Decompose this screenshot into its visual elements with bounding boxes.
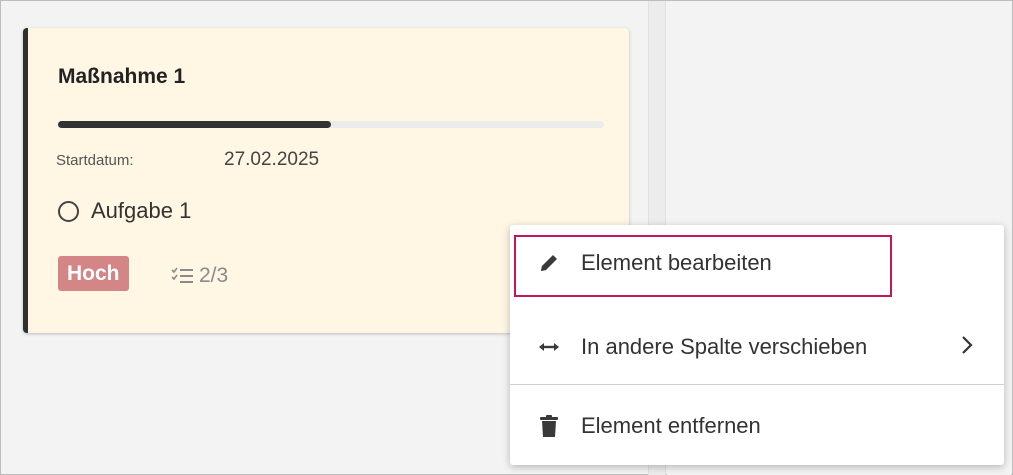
menu-item-label: Element entfernen	[581, 413, 761, 438]
menu-item-edit[interactable]: Element bearbeiten	[510, 229, 1004, 297]
trash-icon	[537, 414, 561, 438]
menu-item-delete[interactable]: Element entfernen	[510, 392, 1004, 460]
task-item[interactable]: Aufgabe 1	[58, 198, 191, 224]
menu-divider	[510, 384, 1004, 385]
start-date-label: Startdatum:	[56, 152, 134, 169]
menu-item-label: In andere Spalte verschieben	[581, 334, 868, 359]
task-label: Aufgabe 1	[91, 198, 192, 223]
menu-item-label: Element bearbeiten	[581, 250, 772, 275]
menu-item-move-column[interactable]: In andere Spalte verschieben	[510, 313, 1004, 381]
arrows-horizontal-icon	[537, 335, 561, 359]
start-date-value: 27.02.2025	[224, 149, 320, 170]
subtask-count-text: 2/3	[199, 264, 229, 287]
board-frame: Maßnahme 1 Startdatum: 27.02.2025 Aufgab…	[0, 0, 1013, 475]
checklist-icon	[171, 267, 193, 283]
context-menu: Element bearbeiten In andere Spalte vers…	[510, 225, 1004, 465]
pencil-icon	[537, 251, 561, 275]
priority-badge: Hoch	[58, 256, 129, 291]
progress-bar-fill	[58, 121, 331, 128]
subtask-counter: 2/3	[171, 264, 228, 288]
task-radio-button[interactable]	[58, 200, 79, 222]
progress-bar	[58, 121, 604, 128]
chevron-right-icon	[960, 332, 974, 363]
card-title: Maßnahme 1	[58, 65, 186, 88]
